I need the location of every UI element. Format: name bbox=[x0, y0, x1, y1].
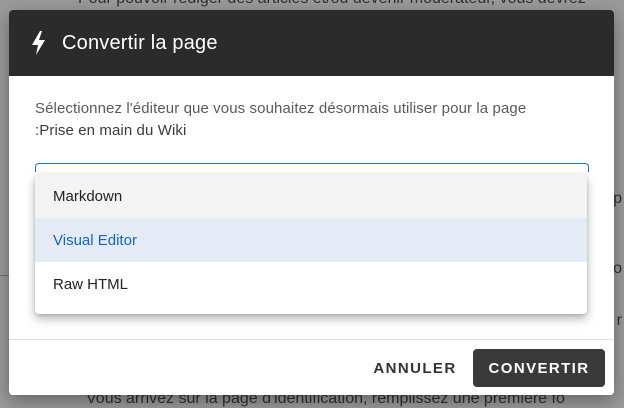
dialog-body: Sélectionnez l'éditeur que vous souhaite… bbox=[9, 76, 614, 142]
description-text: Sélectionnez l'éditeur que vous souhaite… bbox=[35, 100, 527, 117]
background-fragment: o bbox=[613, 260, 622, 277]
bolt-icon bbox=[31, 31, 47, 55]
background-text-top: Pour pouvoir rédiger des articles et/ou … bbox=[78, 0, 586, 8]
cancel-button[interactable]: ANNULER bbox=[365, 349, 465, 387]
dialog-header: Convertir la page bbox=[9, 10, 614, 76]
background-fragment: r bbox=[616, 312, 622, 329]
editor-select[interactable] bbox=[35, 163, 589, 172]
dialog-title: Convertir la page bbox=[62, 31, 218, 54]
option-markdown[interactable]: Markdown bbox=[35, 174, 587, 218]
editor-dropdown-menu: Markdown Visual Editor Raw HTML bbox=[35, 174, 587, 314]
convert-button[interactable]: CONVERTIR bbox=[473, 349, 605, 387]
background-fragment: p bbox=[613, 190, 622, 207]
page-name: :Prise en main du Wiki bbox=[35, 122, 187, 139]
dialog-description: Sélectionnez l'éditeur que vous souhaite… bbox=[35, 98, 588, 142]
dialog-footer: ANNULER CONVERTIR bbox=[9, 339, 614, 395]
convert-page-dialog: Convertir la page Sélectionnez l'éditeur… bbox=[9, 10, 614, 395]
option-raw-html[interactable]: Raw HTML bbox=[35, 262, 587, 306]
option-visual-editor[interactable]: Visual Editor bbox=[35, 218, 587, 262]
